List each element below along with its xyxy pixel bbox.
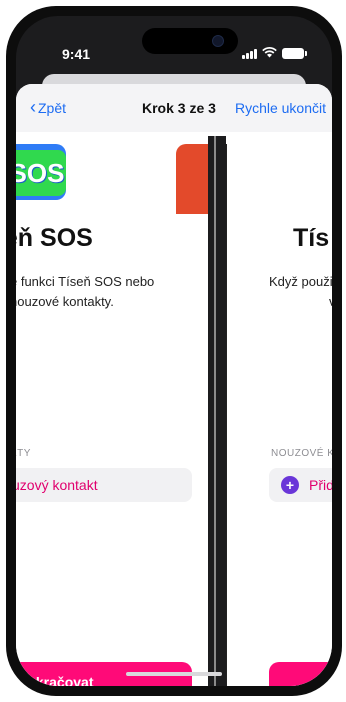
hero-image-edge	[176, 144, 208, 214]
status-bar: 9:41	[16, 46, 332, 66]
phone-screen: 9:41 ‹ Zpět Krok 3 ze 3 Rychle ukončit S…	[16, 16, 332, 686]
page-title: Tís	[293, 224, 330, 252]
status-icons	[242, 47, 307, 60]
sos-app-image: SOS	[16, 144, 66, 200]
contact-label: uzový kontakt	[16, 477, 98, 493]
continue-label: Pokračovat	[18, 674, 94, 686]
sos-badge: SOS	[16, 150, 66, 196]
modal-sheet: ‹ Zpět Krok 3 ze 3 Rychle ukončit SOS se…	[16, 84, 332, 686]
description-line: vaše	[269, 292, 332, 312]
onboarding-panel-next: Tís Když použijet vaše NOUZOVÉ KONT + Př…	[226, 144, 332, 686]
page-title: seň SOS	[16, 224, 93, 252]
onboarding-panel-current: SOS seň SOS e funkci Tíseň SOS nebo nouz…	[16, 144, 208, 686]
section-header: NOUZOVÉ KONT	[271, 448, 332, 459]
continue-button[interactable]	[269, 662, 332, 686]
plus-circle-icon: +	[281, 476, 299, 494]
back-label: Zpět	[38, 100, 67, 116]
back-button[interactable]: ‹ Zpět	[30, 97, 67, 117]
panel-divider	[208, 136, 226, 686]
wifi-icon	[262, 47, 277, 60]
description-line: Když použijet	[269, 274, 332, 289]
description-line: e funkci Tíseň SOS nebo	[16, 274, 155, 289]
step-title: Krok 3 ze 3	[142, 100, 216, 116]
screenshot: 9:41 ‹ Zpět Krok 3 ze 3 Rychle ukončit S…	[0, 0, 346, 702]
add-contact-row[interactable]: + Přidat no	[269, 468, 332, 502]
add-contact-label: Přidat no	[309, 477, 332, 493]
description-text: Když použijet vaše	[269, 272, 332, 312]
description-text: e funkci Tíseň SOS nebo nouzové kontakty…	[16, 272, 208, 312]
home-indicator	[126, 672, 222, 676]
cellular-signal-icon	[242, 48, 257, 59]
emergency-contact-row[interactable]: uzový kontakt	[16, 468, 192, 502]
section-header: KTY	[16, 448, 31, 459]
navigation-bar: ‹ Zpět Krok 3 ze 3 Rychle ukončit	[16, 84, 332, 132]
phone-frame: 9:41 ‹ Zpět Krok 3 ze 3 Rychle ukončit S…	[6, 6, 342, 696]
status-time: 9:41	[62, 46, 91, 62]
chevron-left-icon: ‹	[30, 97, 36, 117]
quick-exit-button[interactable]: Rychle ukončit	[235, 100, 326, 116]
battery-icon	[282, 48, 307, 59]
description-line: nouzové kontakty.	[16, 294, 114, 309]
